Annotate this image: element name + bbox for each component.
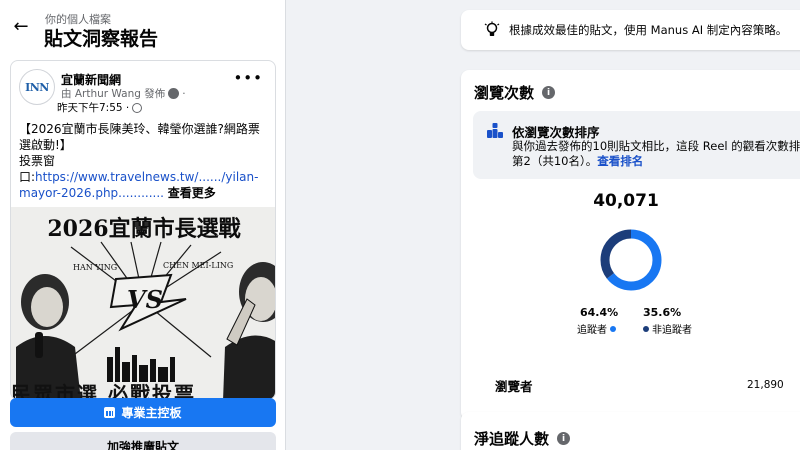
- page-avatar[interactable]: INN: [19, 69, 55, 105]
- post-link[interactable]: https://www.travelnews.tw/....../yilan-m…: [19, 170, 258, 200]
- followers-percent: 64.4%: [580, 306, 619, 319]
- post-text-line3: 口:https://www.travelnews.tw/....../yilan…: [19, 169, 269, 201]
- followers-label: 追蹤者: [577, 325, 607, 336]
- non-followers-percent: 35.6%: [643, 306, 682, 319]
- author-info-icon[interactable]: [168, 88, 180, 99]
- net-followers-section-title: 淨追蹤人數 i: [474, 428, 571, 449]
- byline-dot: ·: [182, 87, 186, 100]
- byline-text: 由 Arthur Wang 發佈: [61, 88, 166, 100]
- views-donut-chart: [600, 229, 662, 291]
- page-title: 貼文洞察報告: [44, 28, 159, 50]
- view-ranking-link[interactable]: 查看排名: [597, 154, 643, 168]
- net-followers-card: 淨追蹤人數 i: [461, 412, 800, 450]
- non-followers-legend: 非追蹤者: [643, 321, 692, 336]
- lightbulb-icon: [484, 21, 500, 36]
- ranking-desc-text: 與你過去發佈的10則貼文相比，這段 Reel 的觀看次數排名第2（共10名）。: [512, 139, 800, 168]
- back-arrow-icon[interactable]: ←: [10, 16, 32, 38]
- ai-strategy-banner[interactable]: 根據成效最佳的貼文，使用 Manus AI 制定內容策略。: [461, 10, 800, 50]
- professional-dashboard-button[interactable]: 專業主控板: [10, 398, 276, 427]
- net-followers-title: 淨追蹤人數: [474, 430, 550, 448]
- post-card: INN 宜蘭新聞網 由 Arthur Wang 發佈 · 昨天下午7:55 · …: [10, 60, 276, 400]
- non-followers-label: 非追蹤者: [652, 325, 692, 336]
- ranking-box: 依瀏覽次數排序 與你過去發佈的10則貼文相比，這段 Reel 的觀看次數排名第2…: [473, 111, 800, 179]
- post-text-prefix: 口:: [19, 170, 36, 184]
- boost-post-button[interactable]: 加強推廣貼文: [10, 432, 276, 450]
- followers-dot-icon: [610, 325, 616, 332]
- image-headline: 2026宜蘭市長選戰: [47, 216, 241, 242]
- left-panel: ← 你的個人檔案 貼文洞察報告 INN 宜蘭新聞網 由 Arthur Wang …: [0, 0, 286, 450]
- viewers-label: 瀏覽者: [495, 379, 533, 394]
- total-views: 40,071: [593, 191, 659, 211]
- boost-label: 加強推廣貼文: [106, 440, 179, 450]
- image-name-right: CHEN MEI-LING: [163, 261, 234, 270]
- image-vs: VS: [127, 285, 163, 314]
- dashboard-label: 專業主控板: [121, 406, 182, 420]
- image-name-left: HAN YING: [73, 263, 118, 272]
- post-image[interactable]: 2026宜蘭市長選戰 HAN YING CHEN MEI-LING VS 民眾市…: [11, 207, 275, 400]
- globe-icon: [132, 102, 143, 113]
- info-icon[interactable]: i: [542, 86, 556, 99]
- see-more-link[interactable]: 查看更多: [168, 186, 216, 200]
- dashboard-icon: [104, 407, 116, 418]
- post-time[interactable]: 昨天下午7:55 ·: [57, 100, 129, 115]
- post-time-row: 昨天下午7:55 ·: [57, 100, 143, 115]
- more-options-icon[interactable]: •••: [233, 71, 263, 86]
- post-text-line1: 【2026宜蘭市長陳美玲、韓瑩你選誰?網路票選啟動!】: [19, 122, 260, 152]
- ranking-description: 與你過去發佈的10則貼文相比，這段 Reel 的觀看次數排名第2（共10名）。查…: [512, 139, 800, 169]
- net-followers-info-icon[interactable]: i: [557, 432, 571, 445]
- non-followers-dot-icon: [643, 325, 649, 332]
- avatar-logo-text: INN: [25, 80, 49, 94]
- views-section-title: 瀏覽次數 i: [474, 82, 556, 103]
- views-title: 瀏覽次數: [474, 84, 535, 102]
- followers-legend: 追蹤者: [577, 321, 616, 336]
- post-byline: 由 Arthur Wang 發佈 ·: [61, 86, 186, 101]
- viewers-value: 21,890: [747, 379, 784, 391]
- views-card: 瀏覽次數 i 依瀏覽次數排序 與你過去發佈的10則貼文相比，這段 Reel 的觀…: [461, 70, 800, 420]
- banner-text: 根據成效最佳的貼文，使用 Manus AI 制定內容策略。: [509, 23, 788, 37]
- ranking-icon: [487, 123, 503, 138]
- post-text: 【2026宜蘭市長陳美玲、韓瑩你選誰?網路票選啟動!】 投票窗 口:https:…: [19, 121, 269, 201]
- post-text-line2: 投票窗: [19, 154, 56, 168]
- image-bottom-text: 民眾市選 必戰投票: [11, 382, 196, 400]
